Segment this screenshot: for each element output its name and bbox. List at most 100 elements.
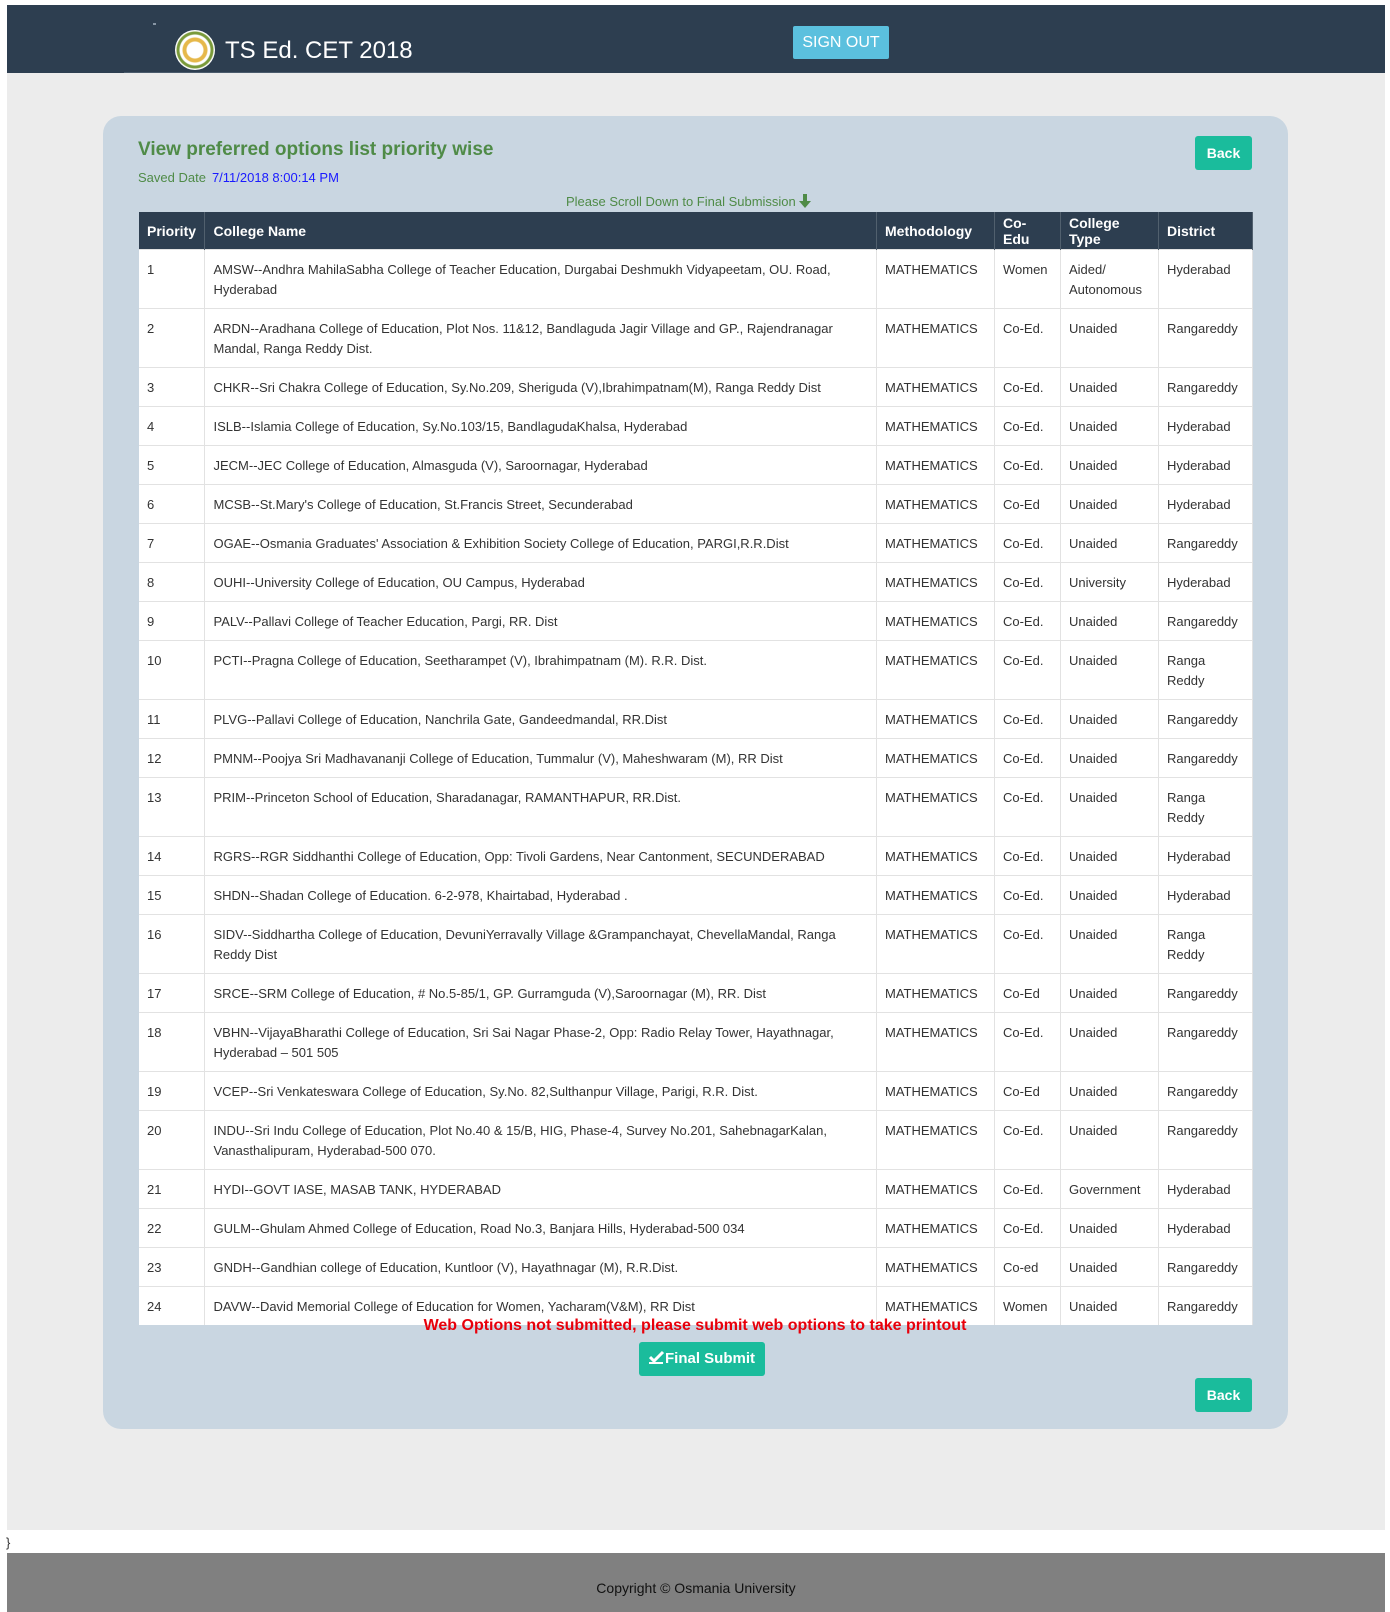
table-cell: Hyderabad <box>1158 249 1254 309</box>
table-row: 13 PRIM--Princeton School of Education, S… <box>139 777 1254 837</box>
table-cell: MATHEMATICS <box>876 640 995 700</box>
column-header: Co-Edu <box>994 212 1061 250</box>
table-cell: PLVG--Pallavi College of Education, Nanc… <box>204 699 877 739</box>
table-row: 5 JECM--JEC College of Education, Almasgu… <box>139 445 1254 485</box>
brand-dot <box>153 23 156 25</box>
table-row: 17 SRCE--SRM College of Education, # No.5… <box>139 973 1254 1013</box>
table-cell: GNDH--Gandhian college of Education, Kun… <box>204 1247 877 1287</box>
final-submit-button[interactable]: Final Submit <box>639 1342 765 1376</box>
university-logo-icon <box>175 30 215 70</box>
back-button-top[interactable]: Back <box>1195 136 1252 170</box>
table-cell: Rangareddy <box>1158 523 1254 563</box>
column-header: Priority <box>139 212 206 250</box>
table-row: 15 SHDN--Shadan College of Education. 6-2… <box>139 875 1254 915</box>
table-cell: Co-Ed. <box>994 1208 1061 1248</box>
table-cell: MATHEMATICS <box>876 738 995 778</box>
table-cell: Unaided <box>1060 601 1159 641</box>
table-cell: PCTI--Pragna College of Education, Seeth… <box>204 640 877 700</box>
table-cell: HYDI--GOVT IASE, MASAB TANK, HYDERABAD <box>204 1169 877 1209</box>
table-cell: 19 <box>139 1071 206 1111</box>
table-cell: VCEP--Sri Venkateswara College of Educat… <box>204 1071 877 1111</box>
table-cell: MATHEMATICS <box>876 1169 995 1209</box>
table-cell: MATHEMATICS <box>876 914 995 974</box>
check-square-icon <box>648 1350 665 1364</box>
table-header: Priority College Name Methodology Co-Edu Col… <box>139 212 1254 250</box>
table-cell: Unaided <box>1060 367 1159 407</box>
table-cell: 7 <box>139 523 206 563</box>
table-cell: Rangareddy <box>1158 601 1254 641</box>
table-cell: Unaided <box>1060 445 1159 485</box>
table-cell: MATHEMATICS <box>876 406 995 446</box>
table-cell: 17 <box>139 973 206 1013</box>
table-cell: Unaided <box>1060 699 1159 739</box>
table-cell: Co-Ed. <box>994 1169 1061 1209</box>
saved-date-value: 7/11/2018 8:00:14 PM <box>211 170 339 185</box>
column-header: College Type <box>1060 212 1159 250</box>
back-button-bottom[interactable]: Back <box>1195 1378 1252 1412</box>
table-header-row: Priority College Name Methodology Co-Edu Col… <box>139 212 1254 250</box>
table-cell: SRCE--SRM College of Education, # No.5-8… <box>204 973 877 1013</box>
table-cell: Rangareddy <box>1158 738 1254 778</box>
saved-date: Saved Date 7/11/2018 8:00:14 PM <box>138 169 339 187</box>
table-row: 18 VBHN--VijayaBharathi College of Educat… <box>139 1012 1254 1072</box>
table-cell: MATHEMATICS <box>876 1071 995 1111</box>
table-row: 12 PMNM--Poojya Sri Madhavananji College … <box>139 738 1254 778</box>
table-cell: Hyderabad <box>1158 1208 1254 1248</box>
table-cell: SIDV--Siddhartha College of Education, D… <box>204 914 877 974</box>
table-cell: Unaided <box>1060 1208 1159 1248</box>
table-cell: Hyderabad <box>1158 562 1254 602</box>
table-cell: Hyderabad <box>1158 406 1254 446</box>
table-row: 10 PCTI--Pragna College of Education, See… <box>139 640 1254 700</box>
table-cell: Unaided <box>1060 836 1159 876</box>
table-cell: Unaided <box>1060 406 1159 446</box>
table-cell: 2 <box>139 308 206 368</box>
table-cell: AMSW--Andhra MahilaSabha College of Teac… <box>204 249 877 309</box>
table-cell: Ranga Reddy <box>1158 640 1254 700</box>
table-cell: ARDN--Aradhana College of Education, Plo… <box>204 308 877 368</box>
table-cell: OGAE--Osmania Graduates' Association & E… <box>204 523 877 563</box>
table-cell: Unaided <box>1060 1110 1159 1170</box>
table-cell: Co-Ed. <box>994 914 1061 974</box>
table-cell: CHKR--Sri Chakra College of Education, S… <box>204 367 877 407</box>
table-cell: MATHEMATICS <box>876 1012 995 1072</box>
table-cell: MATHEMATICS <box>876 1247 995 1287</box>
table-cell: 22 <box>139 1208 206 1248</box>
table-cell: 8 <box>139 562 206 602</box>
table-cell: MATHEMATICS <box>876 249 995 309</box>
table-cell: Rangareddy <box>1158 367 1254 407</box>
table-cell: ISLB--Islamia College of Education, Sy.N… <box>204 406 877 446</box>
table-cell: Women <box>994 249 1061 309</box>
table-row: 6 MCSB--St.Mary's College of Education, S… <box>139 484 1254 524</box>
table-row: 8 OUHI--University College of Education, … <box>139 562 1254 602</box>
table-cell: Co-Ed. <box>994 777 1061 837</box>
table-cell: MATHEMATICS <box>876 1208 995 1248</box>
table-cell: 5 <box>139 445 206 485</box>
table-cell: MATHEMATICS <box>876 523 995 563</box>
table-cell: MATHEMATICS <box>876 445 995 485</box>
table-cell: University <box>1060 562 1159 602</box>
table-row: 20 INDU--Sri Indu College of Education, P… <box>139 1110 1254 1170</box>
table-cell: 14 <box>139 836 206 876</box>
table-cell: MATHEMATICS <box>876 875 995 915</box>
sign-out-button[interactable]: SIGN OUT <box>793 26 889 59</box>
table-cell: Unaided <box>1060 484 1159 524</box>
table-cell: Unaided <box>1060 1071 1159 1111</box>
app-title[interactable]: TS Ed. CET 2018 <box>225 37 413 65</box>
table-cell: 1 <box>139 249 206 309</box>
table-cell: Unaided <box>1060 1247 1159 1287</box>
table-cell: Co-Ed. <box>994 601 1061 641</box>
table-cell: OUHI--University College of Education, O… <box>204 562 877 602</box>
table-row: 16 SIDV--Siddhartha College of Education,… <box>139 914 1254 974</box>
table-cell: Ranga Reddy <box>1158 777 1254 837</box>
scroll-hint: Please Scroll Down to Final Submission <box>566 193 812 211</box>
table-cell: Unaided <box>1060 973 1159 1013</box>
table-cell: Co-Ed. <box>994 836 1061 876</box>
table-cell: Rangareddy <box>1158 1110 1254 1170</box>
table-cell: Unaided <box>1060 875 1159 915</box>
column-header: College Name <box>204 212 877 250</box>
table-cell: MATHEMATICS <box>876 367 995 407</box>
arrow-down-icon <box>799 194 812 208</box>
table-cell: Rangareddy <box>1158 308 1254 368</box>
column-header: Methodology <box>876 212 995 250</box>
table-cell: PALV--Pallavi College of Teacher Educati… <box>204 601 877 641</box>
